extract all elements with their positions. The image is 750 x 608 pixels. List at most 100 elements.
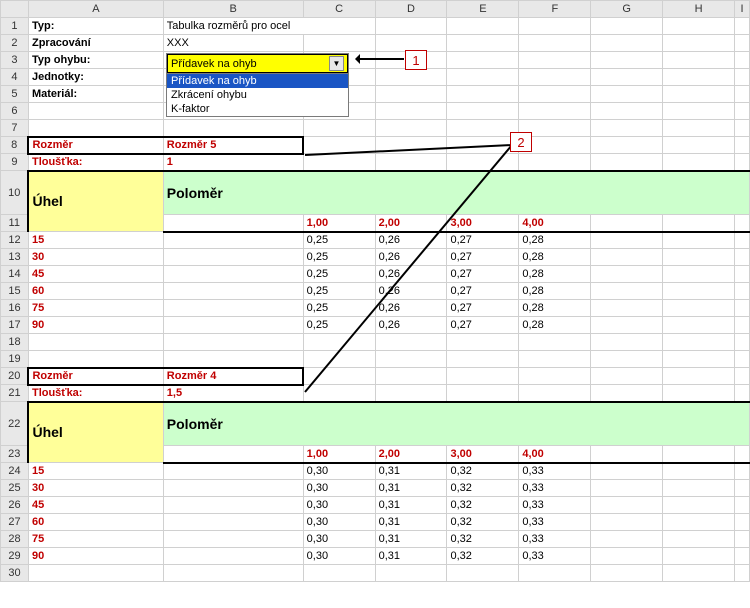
row-header[interactable]: 15: [1, 283, 29, 300]
col-header[interactable]: F: [519, 1, 591, 18]
data-cell[interactable]: 0,25: [303, 317, 375, 334]
data-cell[interactable]: 0,26: [375, 300, 447, 317]
angle-cell[interactable]: 60: [28, 514, 163, 531]
data-cell[interactable]: 0,32: [447, 463, 519, 480]
tloustka-value[interactable]: 1: [163, 154, 303, 171]
data-cell[interactable]: 0,26: [375, 317, 447, 334]
data-cell[interactable]: 0,30: [303, 463, 375, 480]
row-header[interactable]: 22: [1, 402, 29, 446]
row-header[interactable]: 30: [1, 565, 29, 582]
angle-cell[interactable]: 90: [28, 317, 163, 334]
data-cell[interactable]: 0,31: [375, 531, 447, 548]
angle-cell[interactable]: 60: [28, 283, 163, 300]
data-cell[interactable]: 0,26: [375, 249, 447, 266]
data-cell[interactable]: 0,26: [375, 232, 447, 249]
row-header[interactable]: 21: [1, 385, 29, 402]
row-header[interactable]: 8: [1, 137, 29, 154]
data-cell[interactable]: 0,31: [375, 548, 447, 565]
data-cell[interactable]: 0,26: [375, 283, 447, 300]
angle-cell[interactable]: 30: [28, 480, 163, 497]
dropdown-option[interactable]: K-faktor: [167, 102, 348, 116]
row-header[interactable]: 17: [1, 317, 29, 334]
row-header[interactable]: 10: [1, 171, 29, 215]
row-header[interactable]: 14: [1, 266, 29, 283]
data-cell[interactable]: 0,32: [447, 548, 519, 565]
spreadsheet-grid[interactable]: A B C D E F G H I 1 Typ: Tabulka rozměrů…: [0, 0, 750, 582]
data-cell[interactable]: 0,25: [303, 283, 375, 300]
data-cell[interactable]: 0,27: [447, 283, 519, 300]
row-header[interactable]: 20: [1, 368, 29, 385]
dropdown-selected[interactable]: Přídavek na ohyb ▼: [167, 54, 348, 73]
data-cell[interactable]: 0,31: [375, 497, 447, 514]
data-cell[interactable]: 0,25: [303, 266, 375, 283]
value-typ[interactable]: Tabulka rozměrů pro ocel: [163, 18, 375, 35]
col-header[interactable]: C: [303, 1, 375, 18]
data-cell[interactable]: 0,30: [303, 497, 375, 514]
data-cell[interactable]: 0,30: [303, 514, 375, 531]
data-cell[interactable]: 0,33: [519, 548, 591, 565]
angle-cell[interactable]: 15: [28, 463, 163, 480]
data-cell[interactable]: 0,27: [447, 300, 519, 317]
row-header[interactable]: 12: [1, 232, 29, 249]
data-cell[interactable]: 0,33: [519, 531, 591, 548]
data-cell[interactable]: 0,33: [519, 514, 591, 531]
row-header[interactable]: 7: [1, 120, 29, 137]
data-cell[interactable]: 0,28: [519, 232, 591, 249]
col-header[interactable]: G: [591, 1, 663, 18]
row-header[interactable]: 2: [1, 35, 29, 52]
row-header[interactable]: 23: [1, 446, 29, 463]
data-cell[interactable]: 0,28: [519, 317, 591, 334]
row-header[interactable]: 24: [1, 463, 29, 480]
row-header[interactable]: 27: [1, 514, 29, 531]
data-cell[interactable]: 0,30: [303, 531, 375, 548]
data-cell[interactable]: 0,27: [447, 266, 519, 283]
col-header[interactable]: D: [375, 1, 447, 18]
data-cell[interactable]: 0,33: [519, 497, 591, 514]
row-header[interactable]: 26: [1, 497, 29, 514]
data-cell[interactable]: 0,27: [447, 249, 519, 266]
data-cell[interactable]: 0,32: [447, 531, 519, 548]
col-header[interactable]: A: [28, 1, 163, 18]
angle-cell[interactable]: 75: [28, 531, 163, 548]
data-cell[interactable]: 0,31: [375, 514, 447, 531]
angle-cell[interactable]: 45: [28, 266, 163, 283]
row-header[interactable]: 16: [1, 300, 29, 317]
col-header[interactable]: B: [163, 1, 303, 18]
col-header[interactable]: I: [734, 1, 749, 18]
chevron-down-icon[interactable]: ▼: [329, 56, 344, 71]
angle-cell[interactable]: 75: [28, 300, 163, 317]
data-cell[interactable]: 0,25: [303, 232, 375, 249]
value-zpracovani[interactable]: XXX: [163, 35, 303, 52]
row-header[interactable]: 29: [1, 548, 29, 565]
rozmer5-value[interactable]: Rozměr 5: [163, 137, 303, 154]
data-cell[interactable]: 0,25: [303, 249, 375, 266]
data-cell[interactable]: 0,27: [447, 317, 519, 334]
angle-cell[interactable]: 90: [28, 548, 163, 565]
angle-cell[interactable]: 30: [28, 249, 163, 266]
data-cell[interactable]: 0,25: [303, 300, 375, 317]
data-cell[interactable]: 0,33: [519, 480, 591, 497]
row-header[interactable]: 28: [1, 531, 29, 548]
data-cell[interactable]: 0,33: [519, 463, 591, 480]
rozmer4-value[interactable]: Rozměr 4: [163, 368, 303, 385]
corner-cell[interactable]: [1, 1, 29, 18]
angle-cell[interactable]: 15: [28, 232, 163, 249]
data-cell[interactable]: 0,30: [303, 548, 375, 565]
data-cell[interactable]: 0,28: [519, 300, 591, 317]
row-header[interactable]: 1: [1, 18, 29, 35]
row-header[interactable]: 6: [1, 103, 29, 120]
row-header[interactable]: 19: [1, 351, 29, 368]
data-cell[interactable]: 0,28: [519, 249, 591, 266]
data-cell[interactable]: 0,26: [375, 266, 447, 283]
row-header[interactable]: 18: [1, 334, 29, 351]
data-cell[interactable]: 0,31: [375, 480, 447, 497]
col-header[interactable]: H: [663, 1, 735, 18]
data-cell[interactable]: 0,32: [447, 514, 519, 531]
dropdown-option[interactable]: Zkrácení ohybu: [167, 88, 348, 102]
dropdown-option[interactable]: Přídavek na ohyb: [167, 74, 348, 88]
data-cell[interactable]: 0,28: [519, 266, 591, 283]
row-header[interactable]: 25: [1, 480, 29, 497]
data-cell[interactable]: 0,31: [375, 463, 447, 480]
tloustka-value[interactable]: 1,5: [163, 385, 303, 402]
row-header[interactable]: 9: [1, 154, 29, 171]
